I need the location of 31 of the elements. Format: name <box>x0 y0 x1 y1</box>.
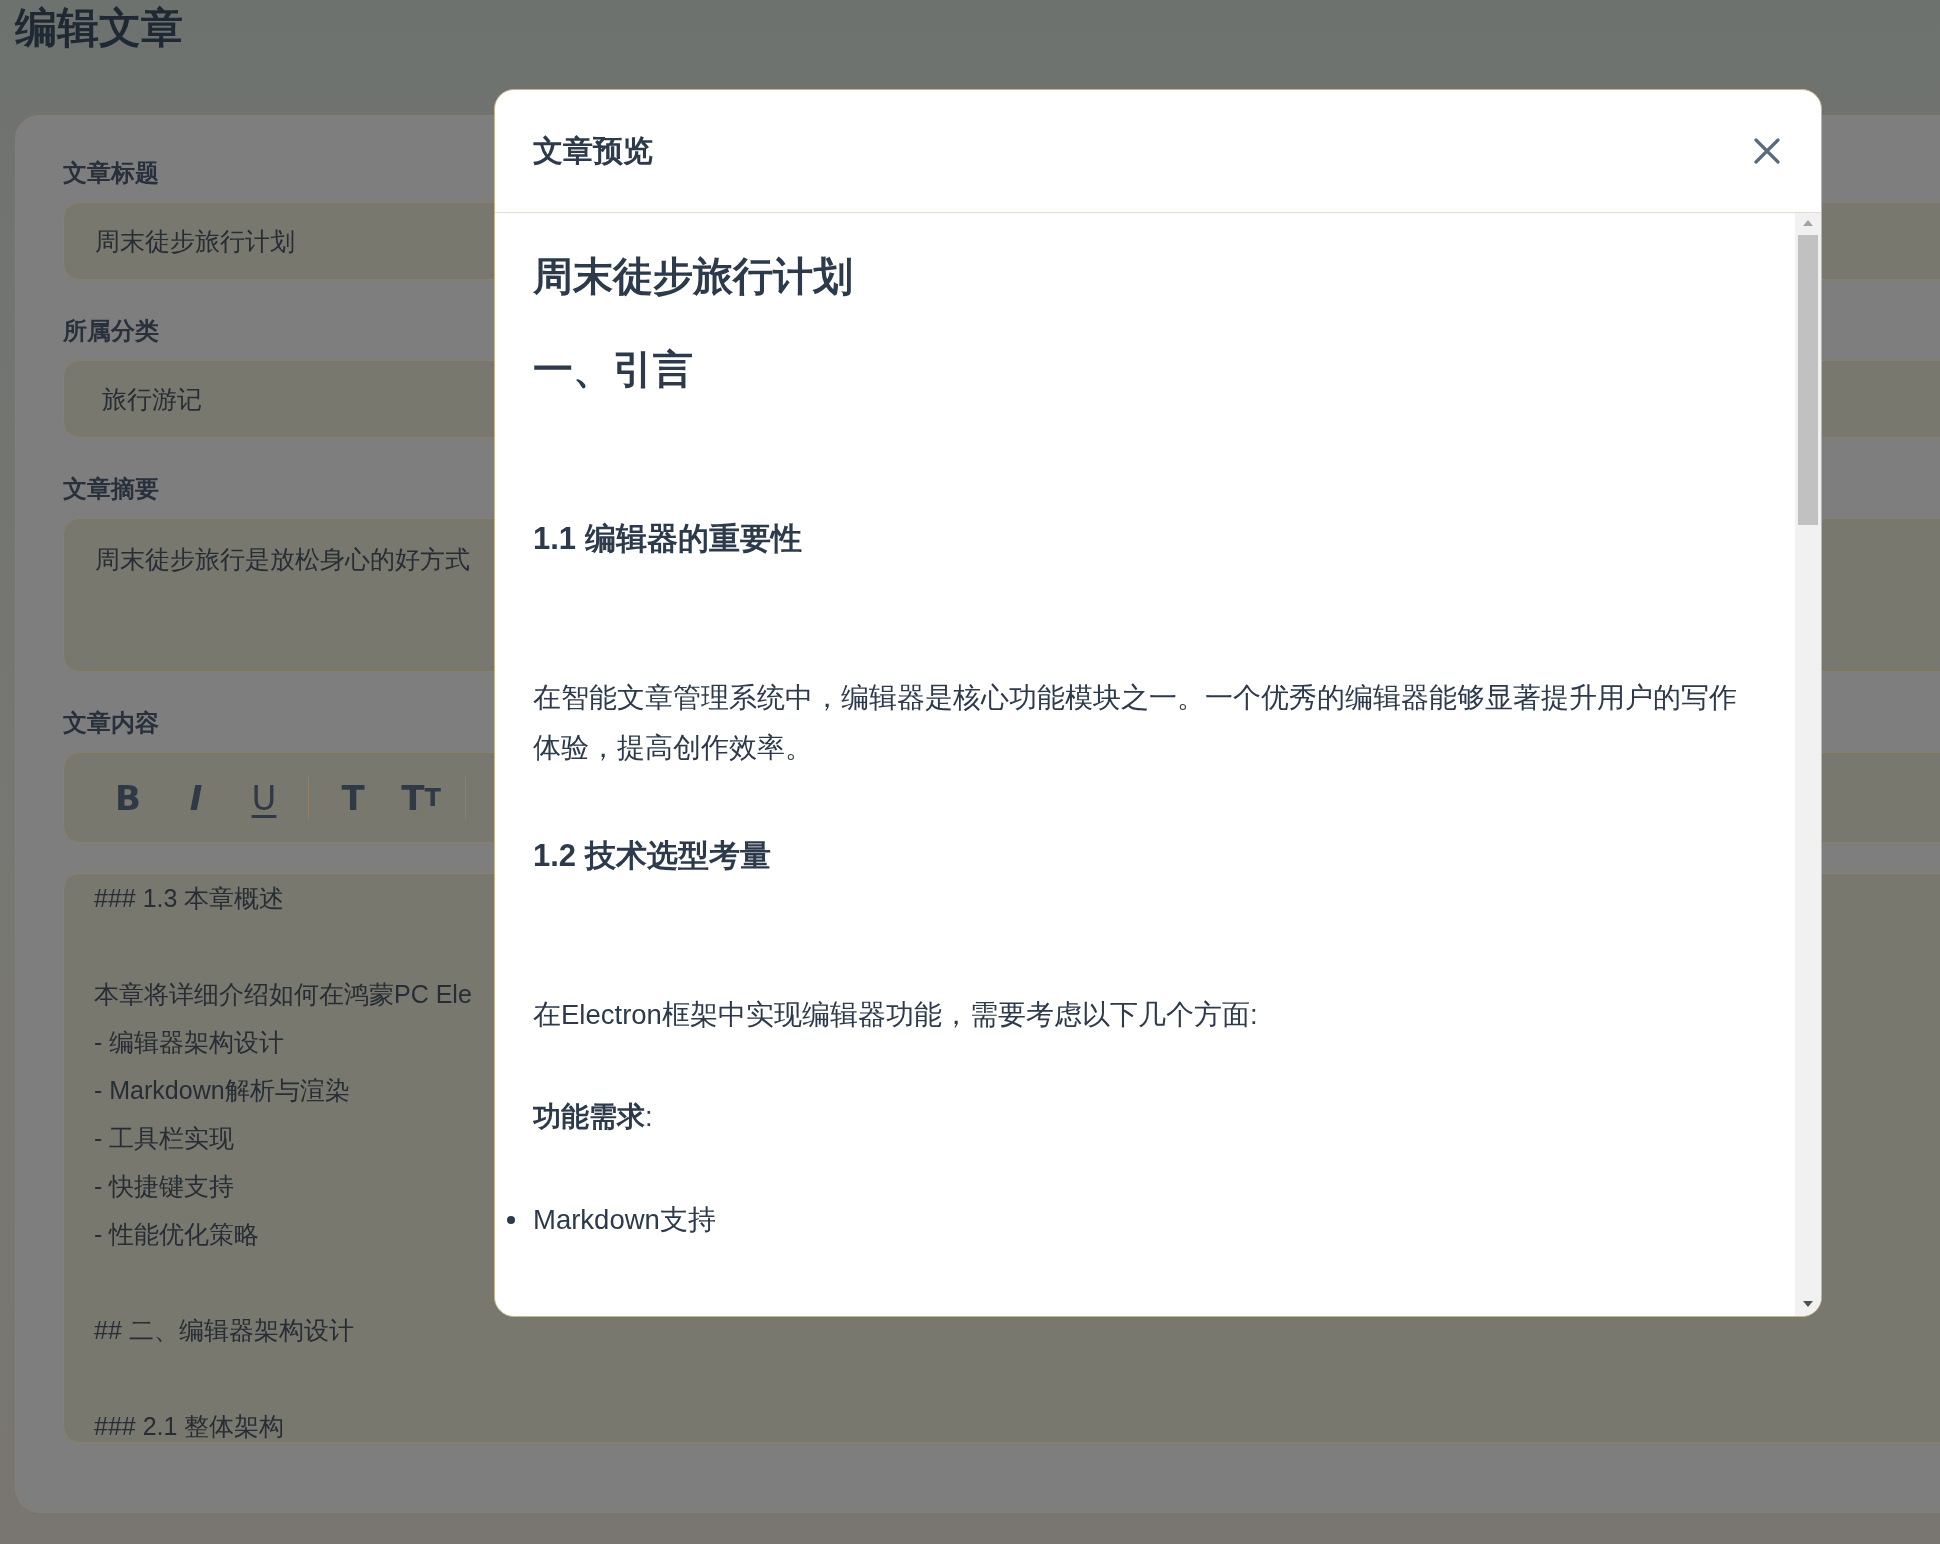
paragraph: 在智能文章管理系统中，编辑器是核心功能模块之一。一个优秀的编辑器能够显著提升用户的写作体验，提高创作效率。 <box>533 681 1738 765</box>
article-title: 周末徒步旅行计划 <box>533 252 854 301</box>
bold-button[interactable]: B <box>94 772 162 823</box>
bullet-icon <box>507 1216 515 1224</box>
field-label: 文章内容 <box>63 708 159 739</box>
field-label: 所属分类 <box>63 316 159 347</box>
field-label: 文章摘要 <box>63 474 159 505</box>
editor-line: - 性能优化策略 <box>94 1219 260 1250</box>
field-label: 文章标题 <box>63 158 159 189</box>
subsection-heading: 1.1 编辑器的重要性 <box>533 520 803 558</box>
paragraph: 功能需求: <box>533 1100 654 1134</box>
editor-line: - 快捷键支持 <box>94 1171 235 1202</box>
editor-line: 本章将详细介绍如何在鸿蒙PC Ele <box>94 979 472 1010</box>
underline-button[interactable]: U <box>230 772 298 823</box>
editor-line: ### 2.1 整体架构 <box>94 1411 285 1442</box>
scroll-thumb[interactable] <box>1798 235 1818 525</box>
section-heading: 一、引言 <box>533 345 694 394</box>
scrollbar[interactable] <box>1795 213 1821 1316</box>
dialog-title: 文章预览 <box>533 131 653 170</box>
paragraph: 在Electron框架中实现编辑器功能，需要考虑以下几个方面: <box>533 998 1259 1032</box>
editor-line: - 工具栏实现 <box>94 1123 235 1154</box>
heading-button[interactable]: T <box>319 772 387 823</box>
page-title: 编辑文章 <box>15 2 184 54</box>
list-item: Markdown支持 <box>533 1203 716 1237</box>
subsection-heading: 1.2 技术选型考量 <box>533 837 772 875</box>
italic-button[interactable]: I <box>162 772 230 823</box>
editor-line: - Markdown解析与渲染 <box>94 1075 350 1106</box>
font-size-button[interactable]: TT <box>387 772 455 823</box>
editor-line: ## 二、编辑器架构设计 <box>94 1315 354 1346</box>
editor-line: - 编辑器架构设计 <box>94 1027 285 1058</box>
editor-line: ### 1.3 本章概述 <box>94 883 285 914</box>
